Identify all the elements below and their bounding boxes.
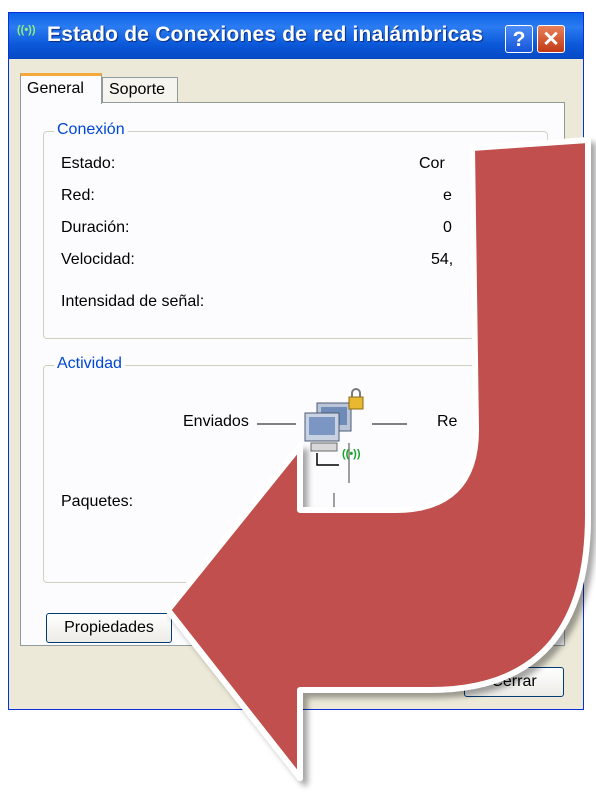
properties-button[interactable]: Propiedades [46,613,172,643]
activity-legend: Actividad [54,355,125,373]
speed-value: 54, [431,251,454,268]
duration-value: 0 [443,219,452,236]
status-label: Estado: [61,155,116,172]
status-value: Cor [419,155,445,172]
duration-label: Duración: [61,219,130,236]
title-bar[interactable]: ((•)) Estado de Conexiones de red inalám… [9,13,583,59]
signal-strength-label: Intensidad de señal: [61,293,205,310]
network-value: e [443,187,452,204]
help-button[interactable]: ? [505,25,533,53]
sent-label: Enviados [183,413,249,430]
window-title: Estado de Conexiones de red inalámbricas [47,23,484,46]
speed-label: Velocidad: [61,251,135,268]
received-label: Re [437,413,458,430]
connection-legend: Conexión [54,121,128,139]
status-dialog: ((•)) Estado de Conexiones de red inalám… [8,12,584,710]
tab-panel-general: Conexión Estado: Cor Red: e Duración: 0 … [20,102,565,646]
network-label: Red: [61,187,95,204]
tab-general[interactable]: General [20,73,102,104]
close-button[interactable]: Cerrar [464,667,564,697]
tab-soporte[interactable]: Soporte [102,77,178,103]
packets-label: Paquetes: [61,493,134,510]
wireless-icon: ((•)) [342,448,361,460]
close-window-button[interactable]: ✕ [537,25,565,53]
wireless-icon: ((•)) [17,24,36,36]
network-activity-icon [257,388,407,519]
